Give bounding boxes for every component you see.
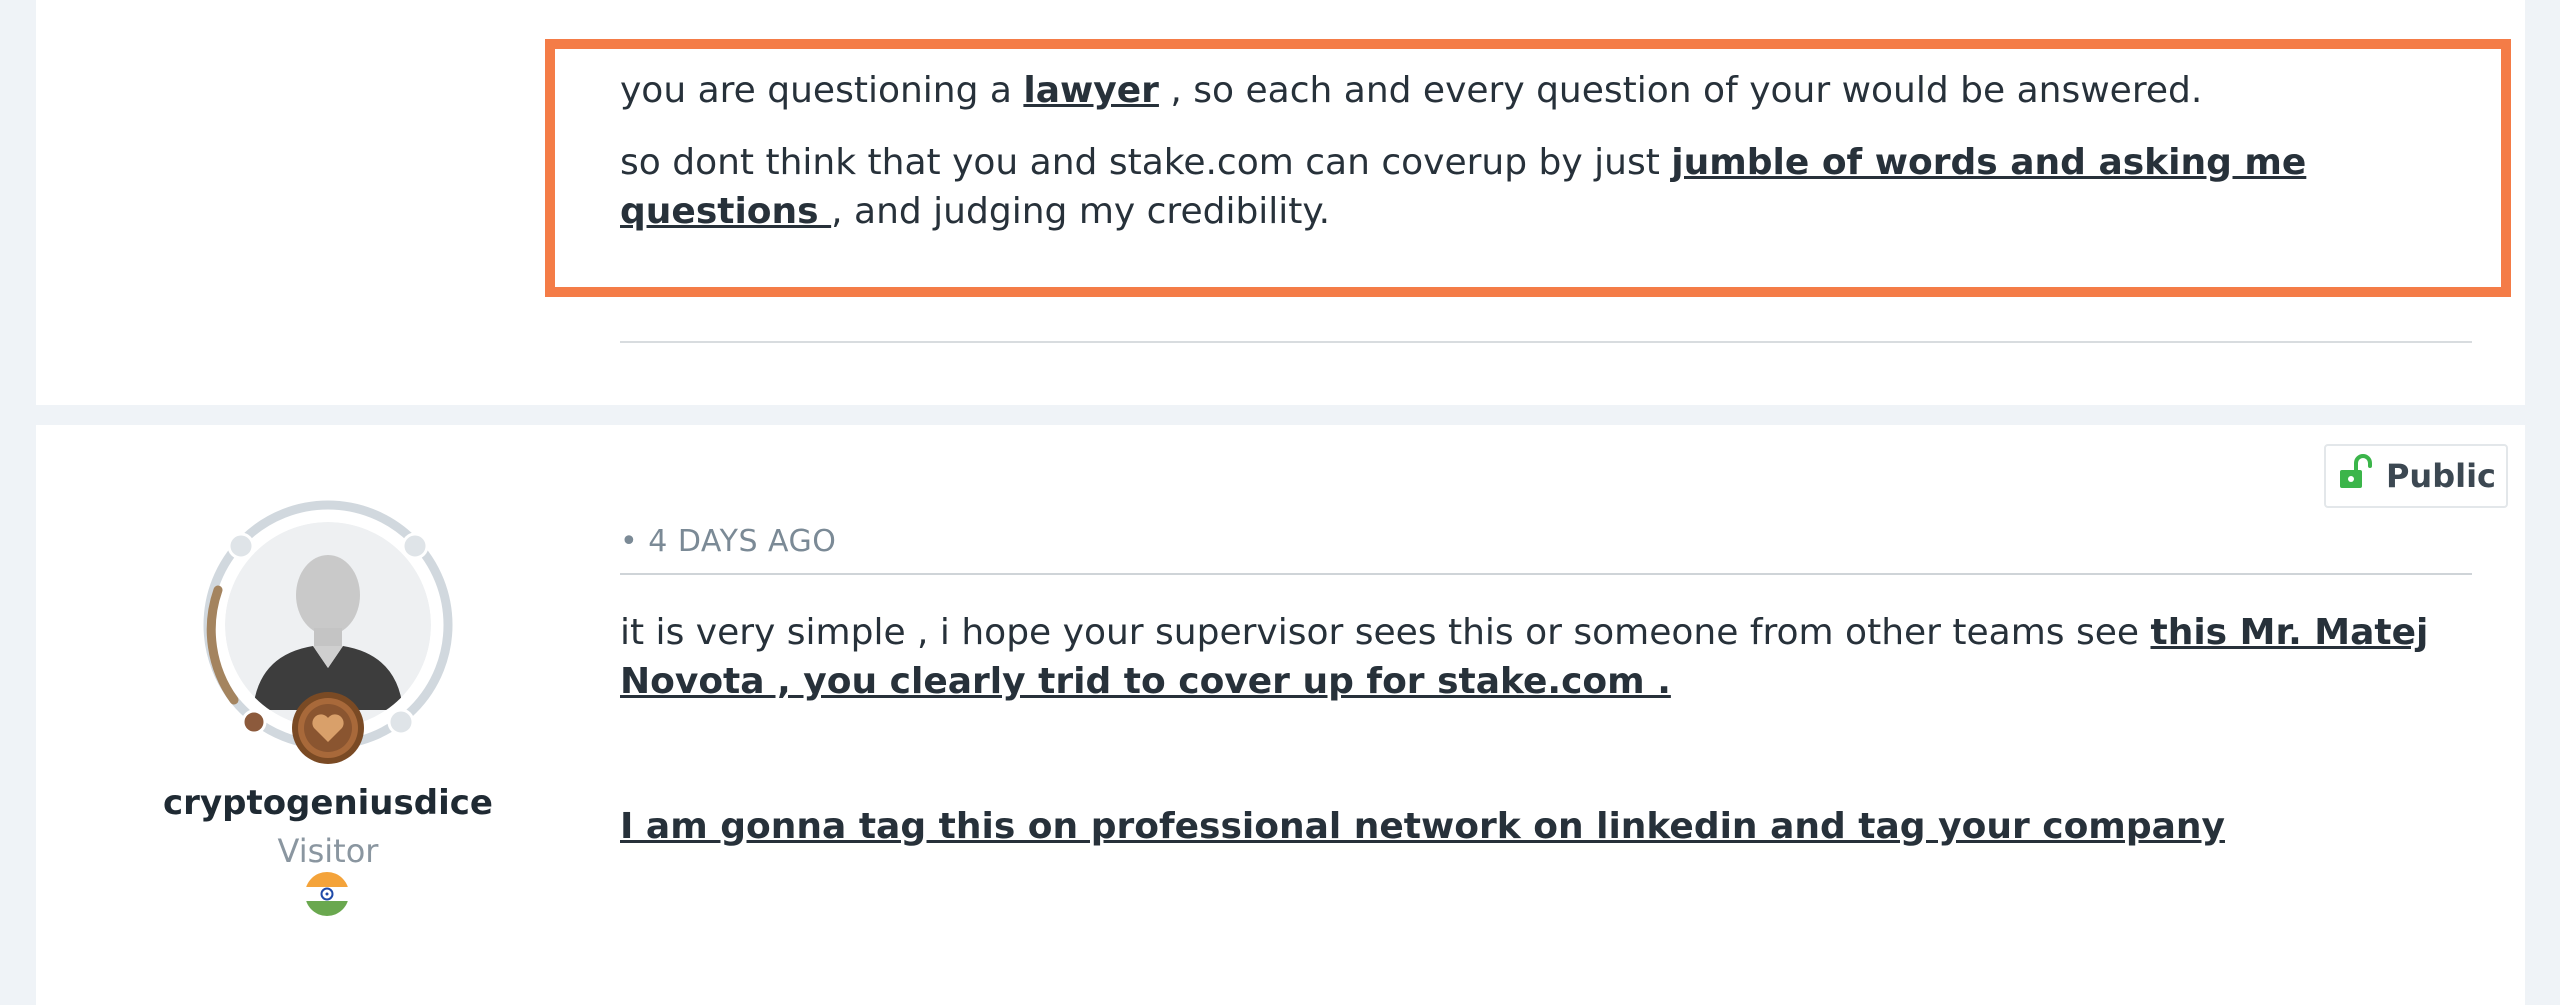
lawyer-link[interactable]: lawyer <box>1023 70 1159 111</box>
post-timestamp: • 4 DAYS AGO <box>620 524 837 559</box>
visibility-label: Public <box>2385 457 2497 495</box>
author-username[interactable]: cryptogeniusdice <box>130 783 526 823</box>
post-body-line-2: I am gonna tag this on professional netw… <box>620 802 2460 851</box>
unlock-icon <box>2336 452 2376 500</box>
bronze-heart-badge-icon <box>290 690 366 766</box>
timestamp-divider <box>620 573 2472 575</box>
text-segment: it is very simple , i hope your supervis… <box>620 612 2151 653</box>
india-flag-icon <box>305 872 349 916</box>
visibility-public-button[interactable]: Public <box>2324 444 2508 508</box>
linkedin-tag-link[interactable]: I am gonna tag this on professional netw… <box>620 806 2225 847</box>
previous-post-line-1: you are questioning a lawyer , so each a… <box>620 66 2460 115</box>
author-role: Visitor <box>277 832 379 870</box>
text-segment: you are questioning a <box>620 70 1024 111</box>
text-segment: , and judging my credibility. <box>831 191 1331 232</box>
author-avatar[interactable] <box>198 500 458 770</box>
previous-post-line-2: so dont think that you and stake.com can… <box>620 138 2460 236</box>
post-divider <box>620 341 2472 343</box>
text-segment: , so each and every question of your wou… <box>1158 70 2203 111</box>
text-segment: so dont think that you and stake.com can… <box>620 142 1672 183</box>
post-body-line-1: it is very simple , i hope your supervis… <box>620 608 2460 706</box>
